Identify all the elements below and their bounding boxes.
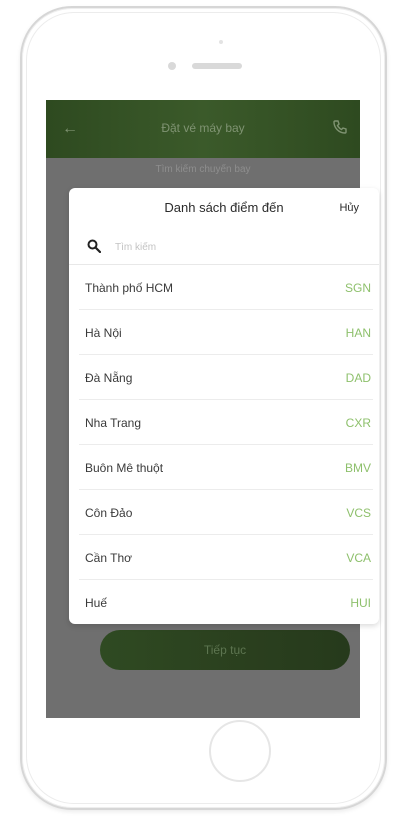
search-bar [69, 228, 379, 265]
airport-code: CXR [345, 416, 371, 430]
airport-code: VCS [346, 506, 371, 520]
list-item[interactable]: Buôn Mê thuột BMV [79, 445, 373, 490]
airport-code: BMV [344, 461, 371, 475]
list-item[interactable]: Hà Nội HAN [79, 310, 373, 355]
cancel-button[interactable]: Hủy [339, 202, 359, 214]
airport-code: HUI [350, 596, 371, 610]
destination-name: Hà Nội [85, 326, 122, 340]
destination-name: Đà Nẵng [85, 371, 133, 385]
search-icon [87, 239, 101, 253]
search-input[interactable] [113, 236, 357, 258]
airport-code: SGN [344, 281, 371, 295]
subheader: Tìm kiếm chuyến bay [155, 164, 251, 175]
back-arrow-icon[interactable]: ← [62, 120, 78, 138]
list-item[interactable]: Côn Đảo VCS [79, 490, 373, 535]
destination-name: Cần Thơ [85, 551, 133, 565]
destination-name: Nha Trang [85, 416, 142, 430]
list-item[interactable]: Cần Thơ VCA [79, 535, 373, 580]
home-button[interactable] [209, 720, 271, 782]
list-item[interactable]: Thành phố HCM SGN [79, 265, 373, 310]
destination-name: Huế [85, 596, 108, 610]
phone-icon[interactable] [332, 119, 348, 135]
airport-code: VCA [346, 551, 371, 565]
list-item[interactable]: Đà Nẵng DAD [79, 355, 373, 400]
destination-name: Côn Đảo [85, 506, 133, 520]
proximity-sensor [219, 40, 223, 44]
list-item[interactable]: Huế HUI [79, 580, 373, 624]
header-title: Đặt vé máy bay [161, 121, 245, 135]
modal-title: Danh sách điểm đến [164, 200, 284, 215]
app-header: ← Đặt vé máy bay [46, 100, 360, 158]
modal-header: Danh sách điểm đến Hủy [69, 188, 379, 228]
earpiece-speaker [192, 63, 242, 69]
destination-list-modal: Danh sách điểm đến Hủy Thành phố HCM SGN… [69, 188, 379, 624]
list-item[interactable]: Nha Trang CXR [79, 400, 373, 445]
continue-button[interactable]: Tiếp tục [100, 630, 350, 670]
airport-code: DAD [345, 371, 371, 385]
airport-code: HAN [345, 326, 371, 340]
destination-list: Thành phố HCM SGN Hà Nội HAN Đà Nẵng DAD… [69, 265, 379, 624]
destination-name: Thành phố HCM [85, 281, 174, 295]
destination-name: Buôn Mê thuột [85, 461, 164, 475]
front-camera [168, 62, 176, 70]
